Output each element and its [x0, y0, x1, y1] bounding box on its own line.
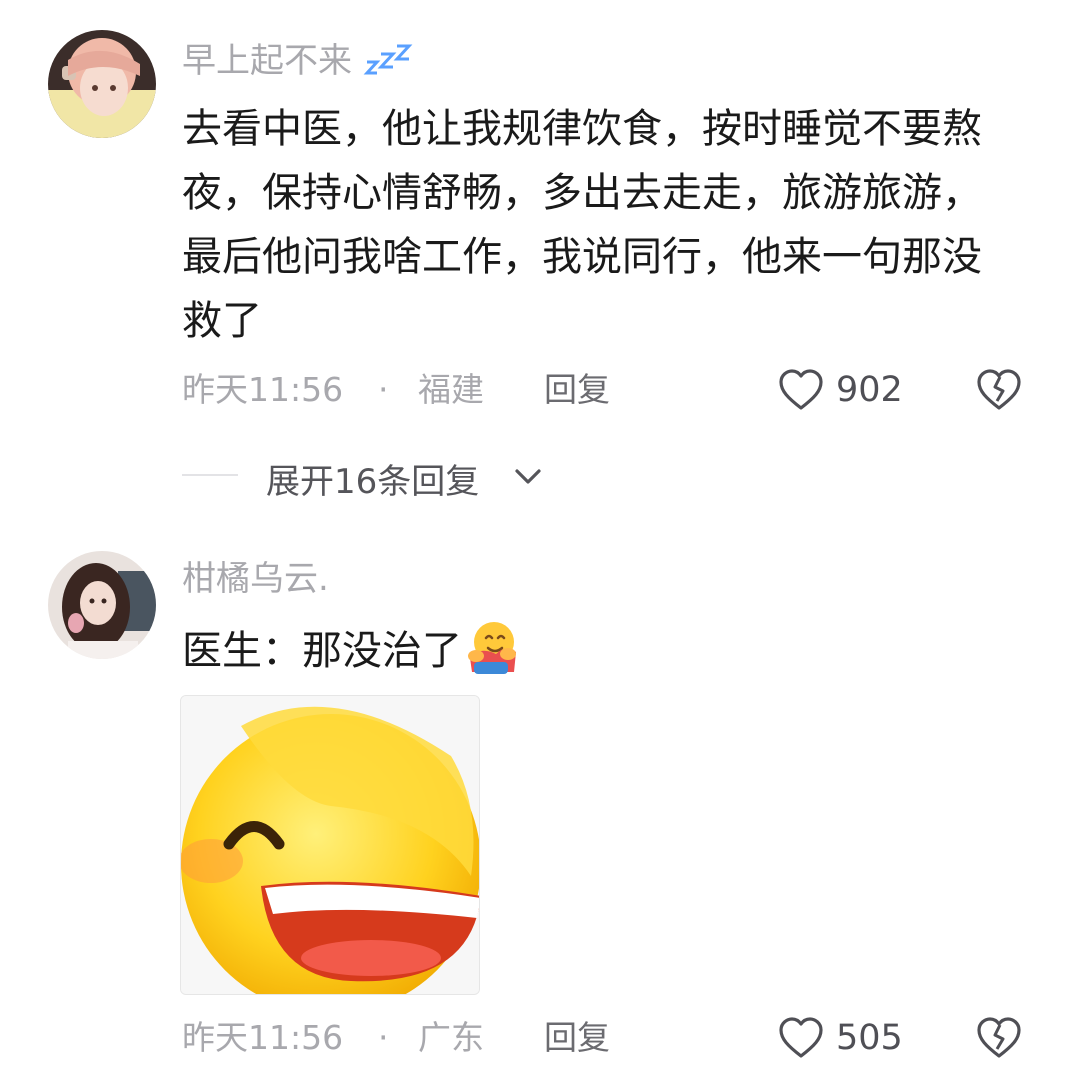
sticker-image[interactable] [180, 695, 480, 995]
avatar[interactable] [48, 30, 156, 138]
chevron-down-icon [515, 469, 541, 484]
avatar[interactable] [48, 551, 156, 659]
comment-meta: 昨天11:56 · 广东 回复 505 [182, 1016, 1040, 1060]
comment-text-content: 医生：那没治了 [182, 628, 462, 674]
location: 广东 [418, 1018, 484, 1057]
separator-dot: · [378, 1018, 389, 1057]
location: 福建 [418, 370, 484, 409]
comment-username[interactable]: 早上起不来 [182, 42, 413, 78]
zzz-icon [363, 44, 413, 75]
separator-dot: · [378, 370, 389, 409]
timestamp: 昨天11:56 [182, 370, 344, 409]
broken-heart-icon[interactable] [976, 368, 1022, 412]
timestamp: 昨天11:56 [182, 1018, 344, 1057]
like-count: 902 [836, 370, 903, 410]
broken-heart-icon[interactable] [976, 1016, 1022, 1060]
heart-icon[interactable] [778, 1016, 824, 1060]
expand-replies-label: 展开16条回复 [266, 462, 480, 502]
heart-icon[interactable] [778, 368, 824, 412]
comment-meta: 昨天11:56 · 福建 回复 902 [182, 368, 1040, 412]
username-text: 早上起不来 [182, 41, 352, 81]
like-count: 505 [836, 1018, 903, 1058]
reply-button[interactable]: 回复 [544, 370, 610, 410]
comment-text: 医生：那没治了 [182, 618, 1012, 683]
reply-button[interactable]: 回复 [544, 1018, 610, 1058]
comment-username[interactable]: 柑橘乌云. [182, 562, 329, 596]
hugging-face-icon [468, 622, 516, 674]
comment-text: 去看中医，他让我规律饮食，按时睡觉不要熬夜，保持心情舒畅，多出去走走，旅游旅游，… [182, 106, 982, 344]
divider-line [182, 474, 238, 476]
